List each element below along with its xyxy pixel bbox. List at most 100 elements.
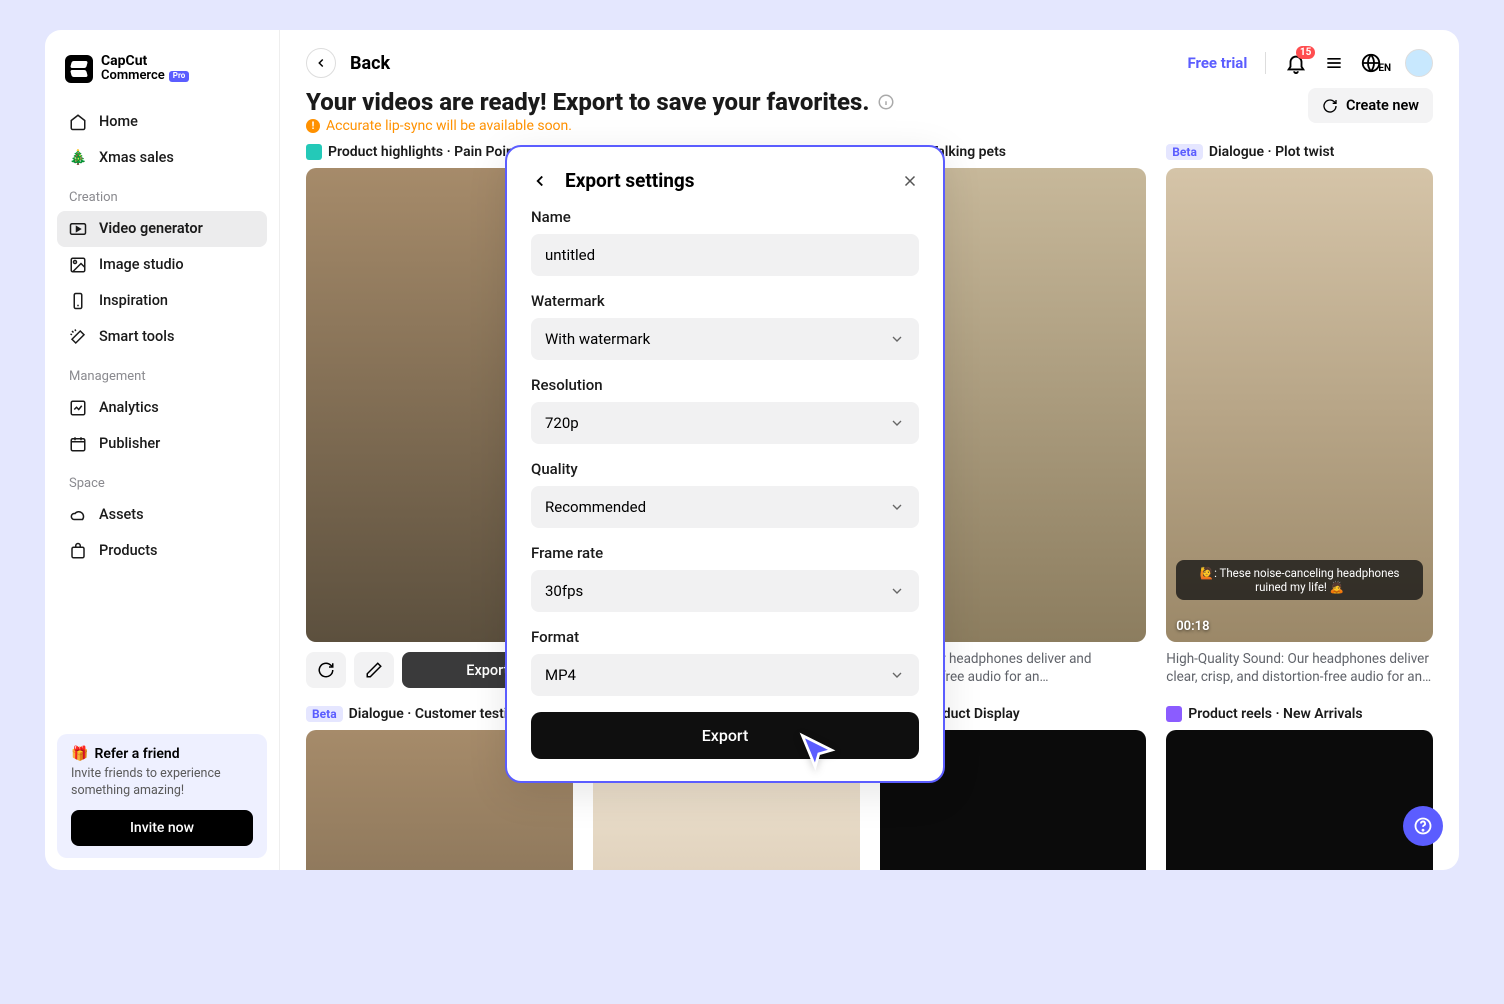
- sidebar-item-video-generator[interactable]: Video generator: [57, 211, 267, 247]
- beta-badge: Beta: [1166, 144, 1203, 160]
- card-tag: Product reels · New Arrivals: [1166, 706, 1433, 722]
- chart-icon: [69, 399, 87, 417]
- sidebar-item-assets[interactable]: Assets: [57, 497, 267, 533]
- menu-button[interactable]: [1322, 51, 1346, 75]
- card-tag-label: Product highlights · Pain Points: [328, 144, 526, 160]
- sidebar-item-analytics[interactable]: Analytics: [57, 390, 267, 426]
- card-tag: Beta Dialogue · Plot twist: [1166, 144, 1433, 160]
- sidebar-item-home[interactable]: Home: [57, 104, 267, 140]
- name-label: Name: [531, 208, 919, 226]
- modal-export-button[interactable]: Export: [531, 712, 919, 759]
- resolution-value: 720p: [545, 414, 579, 432]
- regenerate-button[interactable]: [306, 652, 346, 688]
- language-button[interactable]: EN: [1360, 51, 1391, 75]
- video-duration: 00:18: [1176, 619, 1209, 634]
- topbar: Back Free trial 15 EN: [280, 30, 1459, 88]
- warning-banner: ! Accurate lip-sync will be available so…: [306, 118, 1433, 134]
- create-new-label: Create new: [1346, 97, 1419, 114]
- warning-text: Accurate lip-sync will be available soon…: [326, 118, 572, 134]
- user-avatar[interactable]: [1405, 49, 1433, 77]
- invite-card: 🎁Refer a friend Invite friends to experi…: [57, 734, 267, 858]
- card-description: High-Quality Sound: Our headphones deliv…: [1166, 650, 1433, 686]
- back-button[interactable]: [306, 48, 336, 78]
- chevron-left-icon: [531, 172, 549, 190]
- refresh-icon: [1322, 98, 1338, 114]
- name-input[interactable]: [545, 246, 905, 264]
- framerate-label: Frame rate: [531, 544, 919, 562]
- divider: [1265, 52, 1266, 74]
- tag-icon: [306, 144, 322, 160]
- video-card: Product reels · New Arrivals: [1166, 706, 1433, 870]
- page-title: Your videos are ready! Export to save yo…: [306, 88, 1433, 116]
- sidebar-item-label: Smart tools: [99, 328, 174, 345]
- modal-back-button[interactable]: [531, 172, 549, 190]
- invite-title: Refer a friend: [94, 746, 179, 762]
- sidebar-item-xmas[interactable]: 🎄 Xmas sales: [57, 140, 267, 176]
- format-select[interactable]: MP4: [531, 654, 919, 696]
- sidebar-section-title: Space: [57, 462, 267, 497]
- name-field[interactable]: [531, 234, 919, 276]
- sidebar-item-label: Home: [99, 113, 138, 130]
- watermark-select[interactable]: With watermark: [531, 318, 919, 360]
- close-icon: [901, 172, 919, 190]
- export-settings-modal: Export settings Name Watermark With wate…: [505, 145, 945, 783]
- framerate-value: 30fps: [545, 582, 583, 600]
- resolution-select[interactable]: 720p: [531, 402, 919, 444]
- sidebar-item-label: Assets: [99, 506, 144, 523]
- free-trial-link[interactable]: Free trial: [1187, 54, 1247, 72]
- calendar-icon: [69, 435, 87, 453]
- edit-button[interactable]: [354, 652, 394, 688]
- sidebar-item-label: Analytics: [99, 399, 159, 416]
- home-icon: [69, 113, 87, 131]
- brand-line1: CapCut: [101, 54, 189, 69]
- brand-line2: Commerce: [101, 69, 165, 83]
- info-icon: [877, 93, 895, 111]
- sidebar-item-smart-tools[interactable]: Smart tools: [57, 319, 267, 355]
- refresh-icon: [317, 661, 335, 679]
- brand-logo: CapCut Commerce Pro: [45, 30, 279, 100]
- resolution-label: Resolution: [531, 376, 919, 394]
- magic-icon: [69, 328, 87, 346]
- sidebar-item-products[interactable]: Products: [57, 533, 267, 569]
- sidebar-item-label: Products: [99, 542, 158, 559]
- modal-close-button[interactable]: [901, 172, 919, 190]
- card-tag-label: Product reels · New Arrivals: [1188, 706, 1362, 722]
- modal-title: Export settings: [565, 169, 885, 192]
- chevron-down-icon: [889, 415, 905, 431]
- tree-icon: 🎄: [69, 149, 87, 167]
- framerate-select[interactable]: 30fps: [531, 570, 919, 612]
- chevron-down-icon: [889, 667, 905, 683]
- sidebar: CapCut Commerce Pro Home 🎄 Xmas sales Cr…: [45, 30, 280, 870]
- beta-badge: Beta: [306, 706, 343, 722]
- sidebar-nav: Home 🎄 Xmas sales Creation Video generat…: [45, 100, 279, 723]
- tag-icon: [1166, 706, 1182, 722]
- format-value: MP4: [545, 666, 576, 684]
- video-thumbnail[interactable]: [1166, 730, 1433, 870]
- create-new-button[interactable]: Create new: [1308, 88, 1433, 123]
- video-thumbnail[interactable]: 🙋: These noise-canceling headphones ruin…: [1166, 168, 1433, 642]
- app-window: CapCut Commerce Pro Home 🎄 Xmas sales Cr…: [45, 30, 1459, 870]
- cloud-icon: [69, 506, 87, 524]
- video-overlay-caption: 🙋: These noise-canceling headphones ruin…: [1176, 560, 1423, 600]
- help-button[interactable]: [1403, 806, 1443, 846]
- invite-button[interactable]: Invite now: [71, 810, 253, 846]
- quality-select[interactable]: Recommended: [531, 486, 919, 528]
- language-label: EN: [1378, 63, 1391, 74]
- notifications-button[interactable]: 15: [1284, 51, 1308, 75]
- video-icon: [69, 220, 87, 238]
- sidebar-item-label: Video generator: [99, 220, 203, 237]
- sidebar-item-inspiration[interactable]: Inspiration: [57, 283, 267, 319]
- sidebar-section-title: Management: [57, 355, 267, 390]
- phone-icon: [69, 292, 87, 310]
- chevron-down-icon: [889, 583, 905, 599]
- sidebar-item-publisher[interactable]: Publisher: [57, 426, 267, 462]
- watermark-value: With watermark: [545, 330, 650, 348]
- sidebar-item-image-studio[interactable]: Image studio: [57, 247, 267, 283]
- video-card: Beta Dialogue · Plot twist 🙋: These nois…: [1166, 144, 1433, 688]
- sidebar-item-label: Xmas sales: [99, 149, 174, 166]
- sidebar-item-label: Image studio: [99, 256, 184, 273]
- warning-icon: !: [306, 119, 320, 133]
- capcut-logo-icon: [65, 55, 93, 83]
- chevron-down-icon: [889, 499, 905, 515]
- format-label: Format: [531, 628, 919, 646]
